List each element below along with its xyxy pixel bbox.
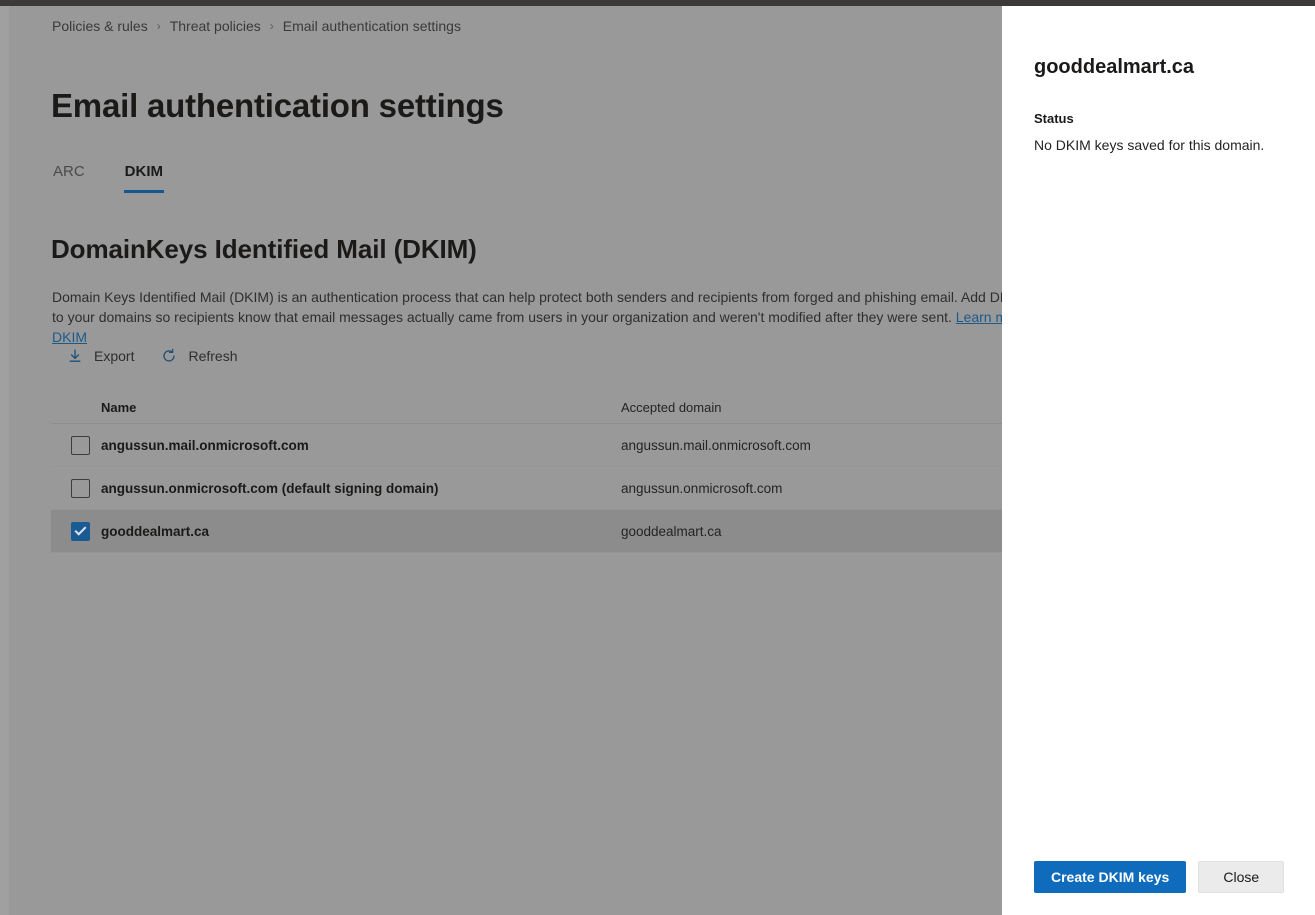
row-checkbox[interactable] (71, 435, 90, 455)
row-checkbox[interactable] (71, 478, 90, 498)
tab-dkim-label: DKIM (124, 163, 163, 180)
app-root: Policies & rules › Threat policies › Ema… (0, 0, 1315, 915)
dkim-domains-table: Name Accepted domain angussun.mail.onmic… (51, 391, 1002, 553)
checkmark-icon (74, 523, 87, 536)
table-row[interactable]: gooddealmart.ca gooddealmart.ca (51, 510, 1002, 553)
section-title: DomainKeys Identified Mail (DKIM) (51, 234, 477, 264)
refresh-button-label: Refresh (188, 348, 238, 364)
export-button-label: Export (94, 348, 135, 364)
section-description: Domain Keys Identified Mail (DKIM) is an… (52, 287, 1002, 347)
row-accepted-domain: angussun.onmicrosoft.com (621, 480, 783, 496)
tab-arc[interactable]: ARC (52, 163, 86, 193)
table-row[interactable]: angussun.mail.onmicrosoft.com angussun.m… (51, 424, 1002, 467)
breadcrumb-item-policies-rules[interactable]: Policies & rules (52, 18, 148, 34)
page-title: Email authentication settings (51, 87, 504, 124)
details-flyout-panel: gooddealmart.ca Status No DKIM keys save… (1002, 6, 1315, 915)
refresh-icon (160, 347, 178, 365)
tab-arc-label: ARC (53, 163, 85, 180)
command-bar: Export Refresh (64, 344, 262, 368)
row-checkbox[interactable] (71, 521, 90, 541)
row-checkbox-cell[interactable] (51, 521, 101, 541)
section-description-text: Domain Keys Identified Mail (DKIM) is an… (52, 289, 1002, 325)
close-button[interactable]: Close (1198, 861, 1285, 893)
page-behind-overlay: Policies & rules › Threat policies › Ema… (0, 6, 1002, 915)
breadcrumb: Policies & rules › Threat policies › Ema… (52, 18, 461, 34)
breadcrumb-item-email-authentication-settings[interactable]: Email authentication settings (283, 18, 461, 34)
pivot-tabs: ARC DKIM (52, 163, 202, 193)
row-accepted-domain: gooddealmart.ca (621, 523, 722, 539)
column-header-accepted-domain[interactable]: Accepted domain (621, 400, 1002, 415)
tab-dkim[interactable]: DKIM (123, 163, 165, 193)
row-checkbox-cell[interactable] (51, 435, 101, 455)
table-header-row: Name Accepted domain (51, 391, 1002, 424)
table-row[interactable]: angussun.onmicrosoft.com (default signin… (51, 467, 1002, 510)
breadcrumb-item-threat-policies[interactable]: Threat policies (170, 18, 261, 34)
breadcrumb-chevron-icon: › (156, 19, 161, 33)
row-name: gooddealmart.ca (101, 523, 210, 539)
row-checkbox-cell[interactable] (51, 478, 101, 498)
panel-status-label: Status (1034, 111, 1074, 126)
row-name: angussun.onmicrosoft.com (default signin… (101, 480, 439, 496)
column-header-name[interactable]: Name (101, 400, 621, 415)
refresh-button[interactable]: Refresh (158, 344, 239, 368)
page-content: Policies & rules › Threat policies › Ema… (9, 6, 1002, 915)
breadcrumb-chevron-icon: › (269, 19, 274, 33)
panel-footer: Create DKIM keys Close (1034, 861, 1285, 893)
download-icon (66, 347, 84, 365)
row-name: angussun.mail.onmicrosoft.com (101, 437, 309, 453)
create-dkim-keys-button[interactable]: Create DKIM keys (1034, 861, 1187, 893)
panel-status-value: No DKIM keys saved for this domain. (1034, 137, 1265, 153)
export-button[interactable]: Export (64, 344, 136, 368)
row-accepted-domain: angussun.mail.onmicrosoft.com (621, 437, 811, 453)
page-left-rail (0, 6, 9, 915)
panel-title: gooddealmart.ca (1034, 56, 1195, 78)
